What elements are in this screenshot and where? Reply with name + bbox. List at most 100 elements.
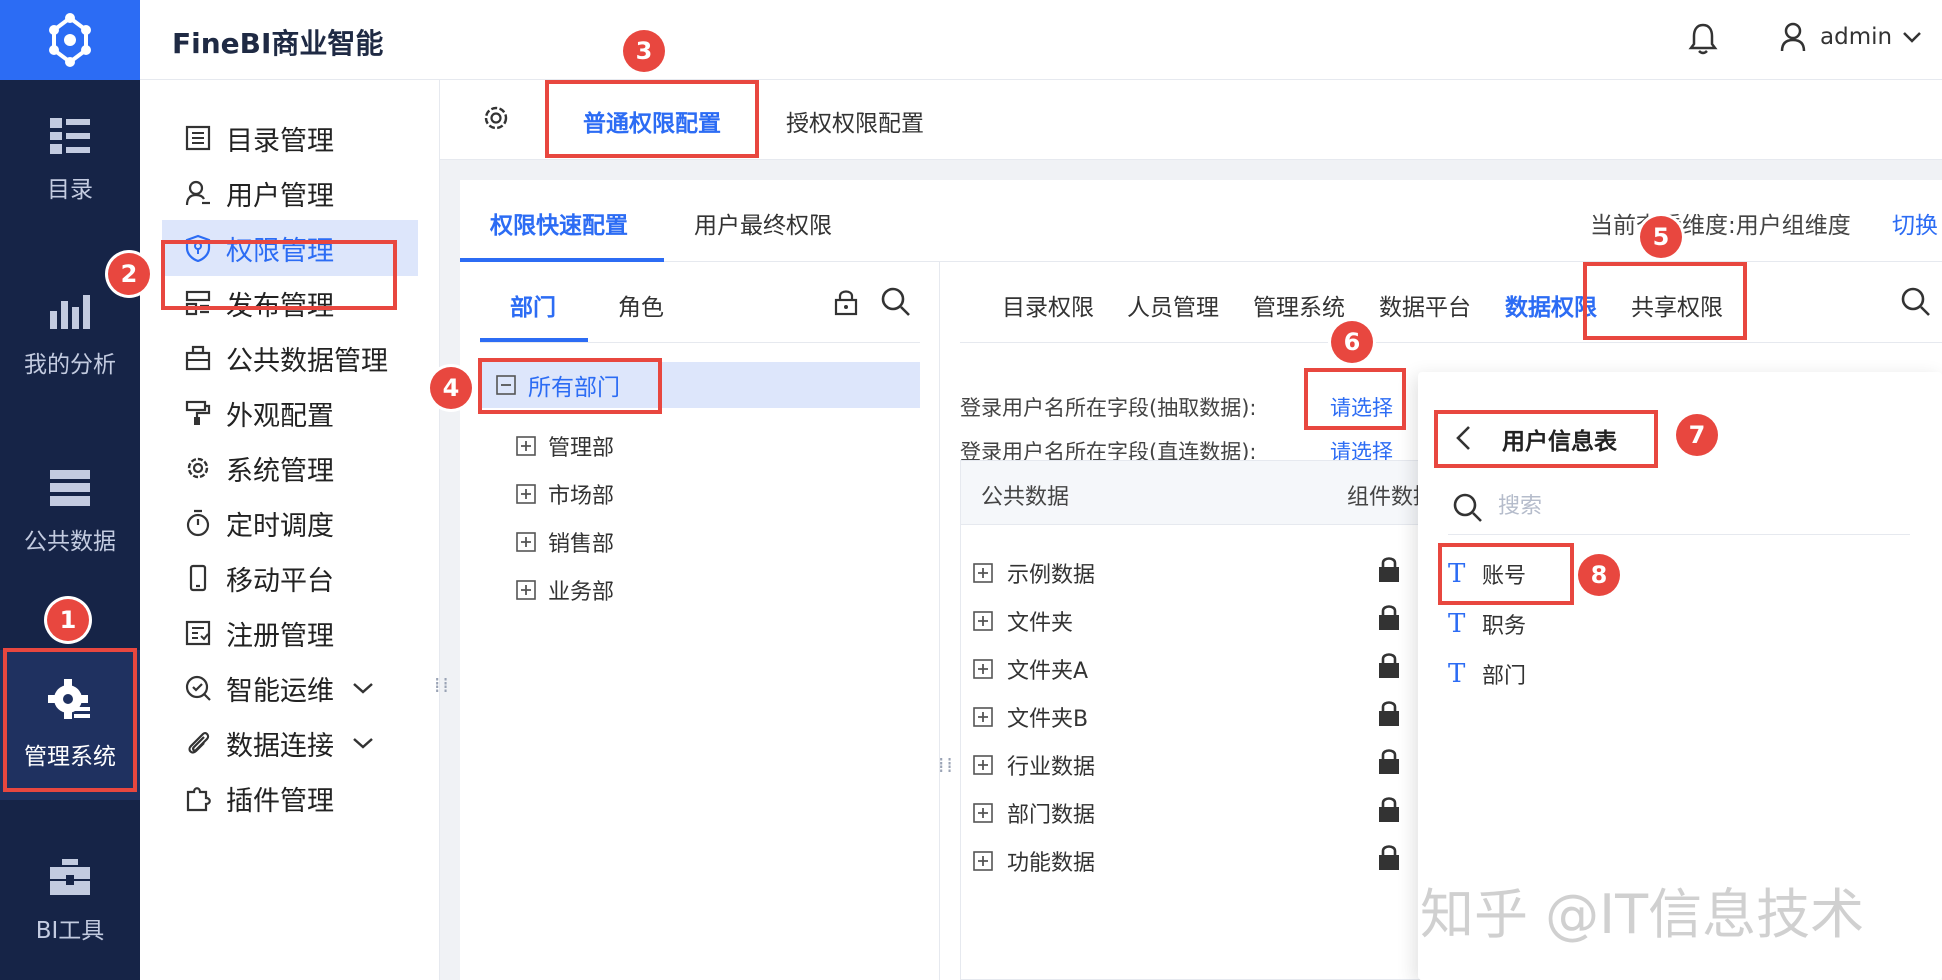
back-button[interactable] [1454, 424, 1472, 456]
lock-icon[interactable] [1377, 795, 1401, 823]
settings-button[interactable] [480, 102, 512, 138]
app-logo[interactable] [0, 0, 140, 80]
tree-node[interactable]: 业务部 [516, 574, 614, 606]
chevron-down-icon [353, 738, 373, 749]
gear-icon [187, 457, 209, 479]
lock-icon[interactable] [1377, 603, 1401, 631]
rail-label: BI工具 [35, 918, 105, 944]
tree-node[interactable]: 市场部 [516, 478, 614, 510]
rail-item-public-data[interactable]: 公共数据 [0, 437, 140, 587]
extract-field-select[interactable]: 请选择 [1330, 392, 1393, 422]
divider [1448, 534, 1910, 535]
user-icon [185, 180, 210, 206]
menu-label: 目录管理 [226, 125, 334, 157]
table-row[interactable]: 行业数据 [973, 749, 1095, 781]
tree-node[interactable]: 销售部 [516, 526, 614, 558]
tab-data-platform[interactable]: 数据平台 [1379, 288, 1471, 322]
brand-title: FineBI商业智能 [172, 27, 384, 60]
divider [960, 342, 1942, 343]
search-button[interactable] [880, 286, 912, 322]
tab-personnel[interactable]: 人员管理 [1127, 288, 1219, 322]
menu-item-plugins[interactable]: 插件管理 [162, 770, 418, 826]
menu-label: 发布管理 [226, 290, 334, 322]
field-label: 职务 [1482, 614, 1527, 639]
table-row[interactable]: 功能数据 [973, 845, 1095, 877]
resize-handle[interactable]: ⁞⁞ [938, 755, 955, 775]
rail-item-catalog[interactable]: 目录 [0, 85, 140, 235]
tab-grant-permission[interactable]: 授权权限配置 [786, 104, 924, 138]
field-item-department[interactable]: T 部门 [1448, 658, 1526, 690]
menu-item-data-connection[interactable]: 数据连接 [162, 715, 418, 771]
tab-share-permission[interactable]: 共享权限 [1631, 288, 1723, 322]
switch-dimension-link[interactable]: 切换 [1892, 206, 1938, 240]
lock-button[interactable] [832, 288, 860, 320]
menu-item-appearance[interactable]: 外观配置 [162, 385, 418, 441]
lock-icon[interactable] [1377, 843, 1401, 871]
text-field-icon: T [1448, 609, 1466, 639]
register-icon [185, 620, 211, 646]
menu-item-mobile[interactable]: 移动平台 [162, 550, 418, 606]
lock-icon[interactable] [1377, 699, 1401, 727]
rail-item-management[interactable]: 管理系统 [0, 650, 140, 800]
menu-item-registration[interactable]: 注册管理 [162, 605, 418, 661]
table-row[interactable]: 文件夹 [973, 605, 1073, 637]
expand-icon [516, 532, 536, 552]
row-label: 文件夹B [1007, 707, 1089, 732]
table-row[interactable]: 示例数据 [973, 557, 1095, 589]
table-row[interactable]: 文件夹A [973, 653, 1088, 685]
search-button[interactable] [1900, 286, 1932, 322]
puzzle-icon [186, 787, 211, 812]
menu-item-ops[interactable]: 智能运维 [162, 660, 418, 716]
field-search-input[interactable] [1498, 486, 1898, 526]
menu-label: 权限管理 [226, 235, 334, 267]
username: admin [1820, 24, 1893, 50]
search-icon [881, 287, 910, 316]
rail-label: 我的分析 [24, 352, 116, 378]
sub-tabs: 权限快速配置 用户最终权限 当前查看维度:用户组维度 切换 [460, 180, 1942, 262]
rail-item-bi-tools[interactable]: BI工具 [0, 826, 140, 976]
chart-icon [50, 295, 90, 329]
tree-root-all-departments[interactable]: 所有部门 [480, 362, 920, 408]
stopwatch-icon [186, 509, 210, 537]
search-icon [1453, 493, 1482, 522]
lock-icon[interactable] [1377, 747, 1401, 775]
step-badge: 5 [1640, 216, 1682, 258]
tab-catalog-permission[interactable]: 目录权限 [1002, 288, 1094, 322]
resize-handle[interactable]: ⁞⁞ [434, 675, 451, 695]
row-label: 功能数据 [1007, 851, 1096, 876]
menu-label: 外观配置 [226, 400, 334, 432]
menu-label: 数据连接 [226, 730, 334, 762]
table-row[interactable]: 文件夹B [973, 701, 1088, 733]
tree-node[interactable]: 管理部 [516, 430, 614, 462]
tab-normal-permission[interactable]: 普通权限配置 [583, 104, 721, 138]
tab-department[interactable]: 部门 [510, 288, 556, 322]
lock-icon[interactable] [1377, 555, 1401, 583]
layout-icon [185, 290, 211, 316]
notification-button[interactable] [1688, 22, 1718, 60]
menu-item-public-data[interactable]: 公共数据管理 [162, 330, 418, 386]
expand-icon [516, 484, 536, 504]
menu-item-publish[interactable]: 发布管理 [162, 275, 418, 331]
tab-data-permission[interactable]: 数据权限 [1505, 288, 1597, 322]
expand-icon [973, 659, 993, 679]
table-row[interactable]: 部门数据 [973, 797, 1095, 829]
menu-item-users[interactable]: 用户管理 [162, 165, 418, 221]
tab-role[interactable]: 角色 [618, 288, 664, 322]
tab-quick-config[interactable]: 权限快速配置 [490, 206, 628, 240]
field-item-position[interactable]: T 职务 [1448, 608, 1526, 640]
field-item-account[interactable]: T 账号 [1448, 558, 1526, 590]
menu-label: 注册管理 [226, 620, 334, 652]
tab-final-permission[interactable]: 用户最终权限 [694, 206, 832, 240]
watermark: 知乎 @IT信息技术 [1420, 883, 1865, 946]
step-badge: 4 [430, 367, 472, 409]
divider [480, 342, 920, 343]
menu-item-catalog[interactable]: 目录管理 [162, 110, 418, 166]
lock-icon[interactable] [1377, 651, 1401, 679]
menu-item-schedule[interactable]: 定时调度 [162, 495, 418, 551]
menu-item-permissions[interactable]: 权限管理 [162, 220, 418, 276]
shield-icon [185, 234, 211, 262]
menu-item-system[interactable]: 系统管理 [162, 440, 418, 496]
tab-management-system[interactable]: 管理系统 [1253, 288, 1345, 322]
user-menu[interactable]: admin [1780, 22, 1922, 52]
public-data-table: 公共数据 组件数据 示例数据 文件夹 文件夹A 文件夹B 行业数据 部门数据 功… [960, 460, 1420, 980]
